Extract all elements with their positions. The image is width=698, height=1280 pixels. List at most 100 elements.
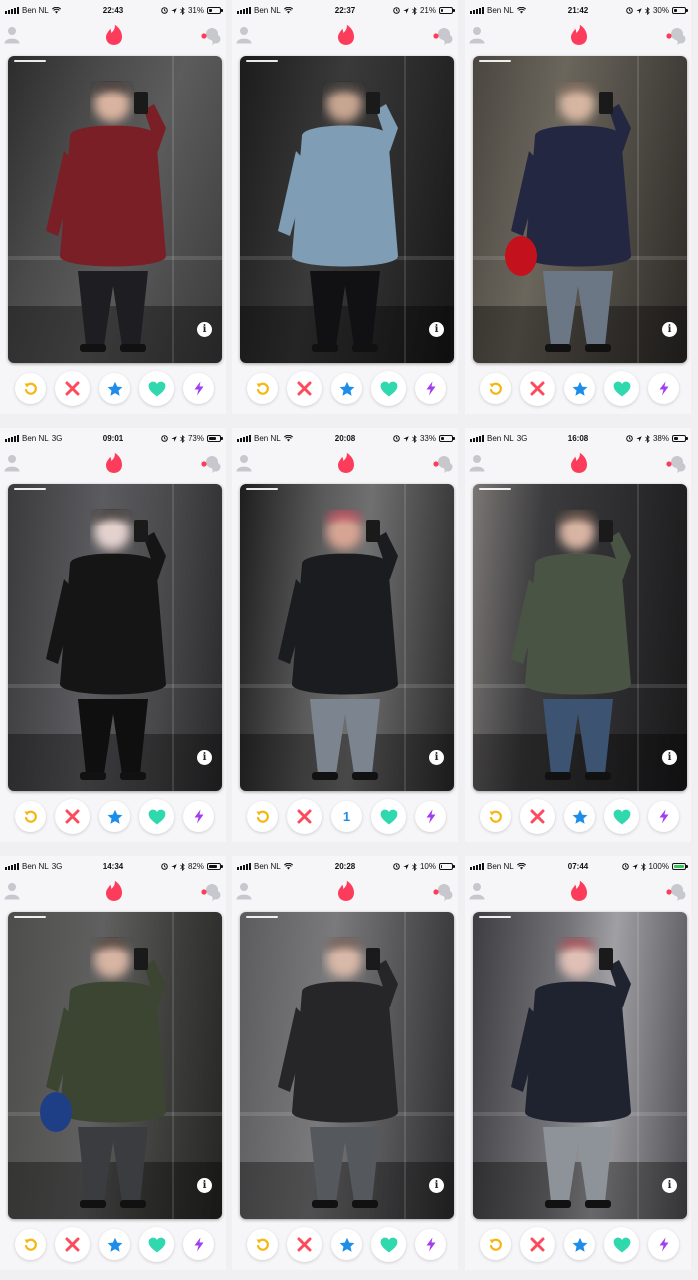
tinder-flame-icon[interactable] bbox=[105, 880, 123, 902]
person-icon[interactable] bbox=[236, 454, 252, 472]
tinder-flame-icon[interactable] bbox=[105, 24, 123, 46]
super-like-button[interactable] bbox=[99, 1229, 130, 1260]
person-icon[interactable] bbox=[236, 882, 252, 900]
super-like-button[interactable] bbox=[564, 1229, 595, 1260]
top-nav-bar bbox=[465, 448, 691, 480]
super-like-button[interactable] bbox=[331, 1229, 362, 1260]
chat-bubbles-icon[interactable] bbox=[201, 455, 221, 473]
person-icon[interactable] bbox=[4, 882, 20, 900]
info-icon[interactable]: i bbox=[662, 750, 677, 765]
rewind-button[interactable] bbox=[247, 373, 278, 404]
tinder-flame-icon[interactable] bbox=[337, 880, 355, 902]
nope-button[interactable] bbox=[55, 371, 90, 406]
nope-button[interactable] bbox=[520, 1227, 555, 1262]
chat-bubbles-icon[interactable] bbox=[666, 455, 686, 473]
profile-card[interactable]: i bbox=[473, 912, 687, 1219]
super-like-button[interactable] bbox=[564, 373, 595, 404]
profile-card[interactable]: i bbox=[473, 56, 687, 363]
profile-card[interactable]: i bbox=[8, 912, 222, 1219]
profile-card[interactable]: i bbox=[240, 912, 454, 1219]
rewind-button[interactable] bbox=[480, 1229, 511, 1260]
like-button[interactable] bbox=[371, 371, 406, 406]
profile-card[interactable]: i bbox=[8, 56, 222, 363]
nope-button[interactable] bbox=[55, 1227, 90, 1262]
boost-button[interactable] bbox=[183, 801, 214, 832]
tinder-flame-icon[interactable] bbox=[337, 24, 355, 46]
like-button[interactable] bbox=[604, 1227, 639, 1262]
super-like-button[interactable] bbox=[99, 373, 130, 404]
boost-button[interactable] bbox=[415, 1229, 446, 1260]
lightning-bolt-icon bbox=[194, 809, 204, 824]
nope-button[interactable] bbox=[287, 1227, 322, 1262]
info-icon[interactable]: i bbox=[429, 1178, 444, 1193]
like-button[interactable] bbox=[139, 799, 174, 834]
person-icon[interactable] bbox=[469, 454, 485, 472]
rewind-button[interactable] bbox=[247, 1229, 278, 1260]
boost-button[interactable] bbox=[183, 373, 214, 404]
nope-button[interactable] bbox=[520, 799, 555, 834]
tinder-flame-icon[interactable] bbox=[570, 452, 588, 474]
nope-button[interactable] bbox=[287, 799, 322, 834]
profile-card[interactable]: i bbox=[8, 484, 222, 791]
boost-button[interactable] bbox=[648, 373, 679, 404]
bluetooth-icon bbox=[412, 6, 417, 15]
rewind-button[interactable] bbox=[15, 1229, 46, 1260]
chat-bubbles-icon[interactable] bbox=[433, 883, 453, 901]
super-like-button[interactable] bbox=[99, 801, 130, 832]
profile-card[interactable]: i bbox=[240, 56, 454, 363]
like-button[interactable] bbox=[604, 799, 639, 834]
like-button[interactable] bbox=[371, 1227, 406, 1262]
info-icon[interactable]: i bbox=[197, 1178, 212, 1193]
chat-bubbles-icon[interactable] bbox=[201, 883, 221, 901]
super-like-button[interactable]: 1 bbox=[331, 801, 362, 832]
rewind-arrow-icon bbox=[24, 1238, 38, 1252]
info-icon[interactable]: i bbox=[197, 322, 212, 337]
rewind-button[interactable] bbox=[15, 373, 46, 404]
boost-button[interactable] bbox=[415, 801, 446, 832]
boost-button[interactable] bbox=[648, 801, 679, 832]
like-button[interactable] bbox=[139, 1227, 174, 1262]
rewind-button[interactable] bbox=[480, 801, 511, 832]
location-icon bbox=[403, 435, 409, 442]
rewind-button[interactable] bbox=[15, 801, 46, 832]
status-right: 33% bbox=[393, 434, 455, 443]
profile-card[interactable]: i bbox=[473, 484, 687, 791]
lightning-bolt-icon bbox=[194, 1237, 204, 1252]
boost-button[interactable] bbox=[183, 1229, 214, 1260]
boost-button[interactable] bbox=[648, 1229, 679, 1260]
rewind-arrow-icon bbox=[489, 810, 503, 824]
super-like-button[interactable] bbox=[331, 373, 362, 404]
tinder-flame-icon[interactable] bbox=[570, 880, 588, 902]
profile-photo bbox=[8, 484, 222, 791]
chat-bubbles-icon[interactable] bbox=[433, 27, 453, 45]
person-icon[interactable] bbox=[469, 26, 485, 44]
info-icon[interactable]: i bbox=[429, 750, 444, 765]
chat-bubbles-icon[interactable] bbox=[666, 27, 686, 45]
chat-bubbles-icon[interactable] bbox=[201, 27, 221, 45]
person-icon[interactable] bbox=[236, 26, 252, 44]
status-right: 38% bbox=[626, 434, 688, 443]
info-icon[interactable]: i bbox=[662, 1178, 677, 1193]
rewind-button[interactable] bbox=[247, 801, 278, 832]
tinder-flame-icon[interactable] bbox=[570, 24, 588, 46]
person-icon[interactable] bbox=[4, 454, 20, 472]
info-icon[interactable]: i bbox=[662, 322, 677, 337]
like-button[interactable] bbox=[371, 799, 406, 834]
boost-button[interactable] bbox=[415, 373, 446, 404]
info-icon[interactable]: i bbox=[197, 750, 212, 765]
super-like-button[interactable] bbox=[564, 801, 595, 832]
nope-button[interactable] bbox=[287, 371, 322, 406]
tinder-flame-icon[interactable] bbox=[337, 452, 355, 474]
profile-card[interactable]: i bbox=[240, 484, 454, 791]
person-icon[interactable] bbox=[4, 26, 20, 44]
nope-button[interactable] bbox=[55, 799, 90, 834]
rewind-button[interactable] bbox=[480, 373, 511, 404]
chat-bubbles-icon[interactable] bbox=[433, 455, 453, 473]
tinder-flame-icon[interactable] bbox=[105, 452, 123, 474]
like-button[interactable] bbox=[139, 371, 174, 406]
chat-bubbles-icon[interactable] bbox=[666, 883, 686, 901]
info-icon[interactable]: i bbox=[429, 322, 444, 337]
like-button[interactable] bbox=[604, 371, 639, 406]
person-icon[interactable] bbox=[469, 882, 485, 900]
nope-button[interactable] bbox=[520, 371, 555, 406]
